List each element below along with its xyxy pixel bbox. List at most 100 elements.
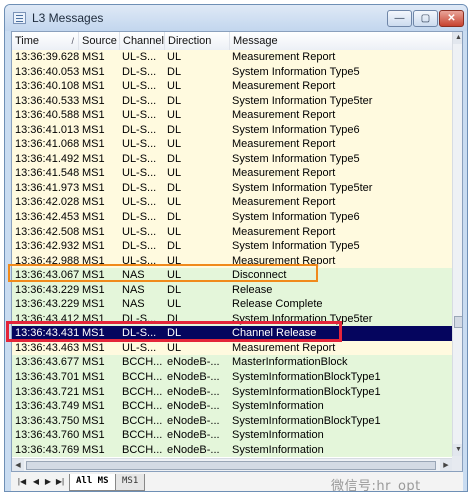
cell-source: MS1 (82, 123, 105, 136)
table-row[interactable]: 13:36:43.721 MS1 BCCH... eNodeB-... SystemIn… (12, 384, 452, 400)
last-tab-icon[interactable]: ▶| (55, 477, 65, 487)
sort-indicator: / (71, 36, 74, 46)
column-header-direction[interactable]: Direction (165, 32, 230, 50)
vertical-scroll-thumb[interactable] (454, 316, 462, 328)
table-row[interactable]: 13:36:43.769 MS1 BCCH... eNodeB-... SystemIn… (12, 442, 452, 458)
table-row[interactable]: 13:36:40.053 MS1 DL-S... DL System Informati… (12, 64, 452, 80)
cell-message: System Information Type5 (232, 65, 360, 78)
cell-direction: UL (167, 341, 182, 354)
vertical-scrollbar[interactable]: ▲ ▼ (452, 32, 462, 456)
cell-message: Measurement Report (232, 80, 336, 93)
maximize-button[interactable]: ▢ (413, 10, 438, 27)
table-row[interactable]: 13:36:41.013 MS1 DL-S... DL System Informati… (12, 122, 452, 138)
highlight-channel-release-box (6, 321, 342, 342)
table-row[interactable]: 13:36:43.701 MS1 BCCH... eNodeB-... SystemIn… (12, 370, 452, 385)
cell-channel: UL-S... (122, 109, 157, 122)
table-row[interactable]: 13:36:40.108 MS1 UL-S... UL Measurement Repo… (12, 79, 452, 94)
cell-source: MS1 (82, 167, 105, 180)
cell-channel: BCCH... (122, 414, 163, 427)
cell-source: MS1 (82, 385, 105, 398)
close-button[interactable]: ✕ (439, 10, 464, 27)
cell-time: 13:36:43.701 (15, 371, 80, 384)
prev-tab-icon[interactable]: ◀ (31, 477, 41, 487)
table-row[interactable]: 13:36:41.068 MS1 UL-S... UL Measurement Repo… (12, 137, 452, 152)
cell-message: System Information Type5ter (232, 181, 373, 194)
column-header-source[interactable]: Source (79, 32, 120, 50)
cell-time: 13:36:42.453 (15, 211, 80, 224)
cell-message: Measurement Report (232, 138, 336, 151)
cell-channel: UL-S... (122, 167, 157, 180)
cell-direction: DL (167, 123, 182, 136)
cell-channel: DL-S... (122, 211, 157, 224)
cell-time: 13:36:42.932 (15, 240, 80, 253)
table-row[interactable]: 13:36:42.028 MS1 UL-S... UL Measurement Repo… (12, 195, 452, 211)
cell-message: SystemInformationBlockType1 (232, 414, 381, 427)
cell-channel: UL-S... (122, 80, 157, 93)
table-row[interactable]: 13:36:42.508 MS1 UL-S... UL Measurement Repo… (12, 224, 452, 240)
cell-direction: DL (167, 65, 182, 78)
tab-all-ms[interactable]: All MS (69, 474, 116, 491)
cell-time: 13:36:40.533 (15, 94, 80, 107)
title-bar[interactable]: L3 Messages — ▢ ✕ (5, 5, 467, 31)
table-row[interactable]: 13:36:43.749 MS1 BCCH... eNodeB-... SystemIn… (12, 399, 452, 414)
cell-message: SystemInformation (232, 429, 324, 442)
cell-direction: DL (167, 240, 182, 253)
table-row[interactable]: 13:36:43.760 MS1 BCCH... eNodeB-... SystemIn… (12, 428, 452, 443)
cell-time: 13:36:43.677 (15, 356, 80, 369)
cell-source: MS1 (82, 181, 105, 194)
cell-direction: UL (167, 167, 182, 180)
table-row[interactable]: 13:36:43.750 MS1 BCCH... eNodeB-... SystemIn… (12, 413, 452, 429)
cell-time: 13:36:40.108 (15, 80, 80, 93)
table-row[interactable]: 13:36:41.492 MS1 DL-S... DL System Informati… (12, 151, 452, 167)
column-header-message[interactable]: Message (230, 32, 452, 50)
scroll-down-icon[interactable]: ▼ (453, 444, 462, 456)
cell-direction: DL (167, 152, 182, 165)
column-header-time[interactable]: Time / (12, 32, 79, 50)
column-header-channel[interactable]: Channel (120, 32, 165, 50)
table-row[interactable]: 13:36:43.677 MS1 BCCH... eNodeB-... MasterIn… (12, 355, 452, 371)
cell-source: MS1 (82, 283, 105, 296)
cell-source: MS1 (82, 80, 105, 93)
cell-time: 13:36:43.463 (15, 341, 80, 354)
cell-time: 13:36:40.588 (15, 109, 80, 122)
cell-channel: UL-S... (122, 138, 157, 151)
table-row[interactable]: 13:36:42.932 MS1 DL-S... DL System Informati… (12, 239, 452, 254)
scroll-right-icon[interactable]: ▶ (440, 459, 452, 471)
cell-direction: DL (167, 181, 182, 194)
cell-channel: BCCH... (122, 429, 163, 442)
next-tab-icon[interactable]: ▶ (43, 477, 53, 487)
table-row[interactable]: 13:36:43.229 MS1 NAS UL Release Complete (12, 297, 452, 312)
cell-message: Measurement Report (232, 51, 336, 63)
horizontal-scroll-thumb[interactable] (26, 461, 436, 470)
horizontal-scrollbar[interactable]: ◀ ▶ (12, 458, 452, 471)
scroll-left-icon[interactable]: ◀ (12, 459, 24, 471)
tab-ms1[interactable]: MS1 (115, 474, 146, 491)
table-row[interactable]: 13:36:39.628 MS1 UL-S... UL Measurement Repo… (12, 50, 452, 65)
cell-channel: UL-S... (122, 341, 157, 354)
first-tab-icon[interactable]: |◀ (17, 477, 27, 487)
cell-source: MS1 (82, 225, 105, 238)
scroll-up-icon[interactable]: ▲ (453, 32, 462, 44)
cell-source: MS1 (82, 356, 105, 369)
messages-list[interactable]: Time / Source Channel Direction Message … (11, 31, 463, 472)
cell-channel: BCCH... (122, 371, 163, 384)
cell-direction: UL (167, 51, 182, 63)
cell-message: System Information Type6 (232, 123, 360, 136)
cell-message: Release (232, 283, 273, 296)
cell-time: 13:36:43.721 (15, 385, 80, 398)
cell-direction: eNodeB-... (167, 356, 220, 369)
cell-channel: DL-S... (122, 152, 157, 165)
minimize-button[interactable]: — (387, 10, 412, 27)
cell-message: Measurement Report (232, 341, 336, 354)
table-row[interactable]: 13:36:41.548 MS1 UL-S... UL Measurement Repo… (12, 166, 452, 181)
table-row[interactable]: 13:36:40.588 MS1 UL-S... UL Measurement Repo… (12, 108, 452, 123)
table-row[interactable]: 13:36:40.533 MS1 DL-S... DL System Informati… (12, 93, 452, 109)
cell-time: 13:36:41.068 (15, 138, 80, 151)
table-row[interactable]: 13:36:42.453 MS1 DL-S... DL System Informati… (12, 210, 452, 225)
table-row[interactable]: 13:36:43.463 MS1 UL-S... UL Measurement Repo… (12, 340, 452, 356)
table-row[interactable]: 13:36:41.973 MS1 DL-S... DL System Informati… (12, 180, 452, 196)
cell-direction: eNodeB-... (167, 429, 220, 442)
cell-direction: UL (167, 196, 182, 209)
table-row[interactable]: 13:36:43.229 MS1 NAS DL Release (12, 282, 452, 298)
cell-time: 13:36:41.013 (15, 123, 80, 136)
